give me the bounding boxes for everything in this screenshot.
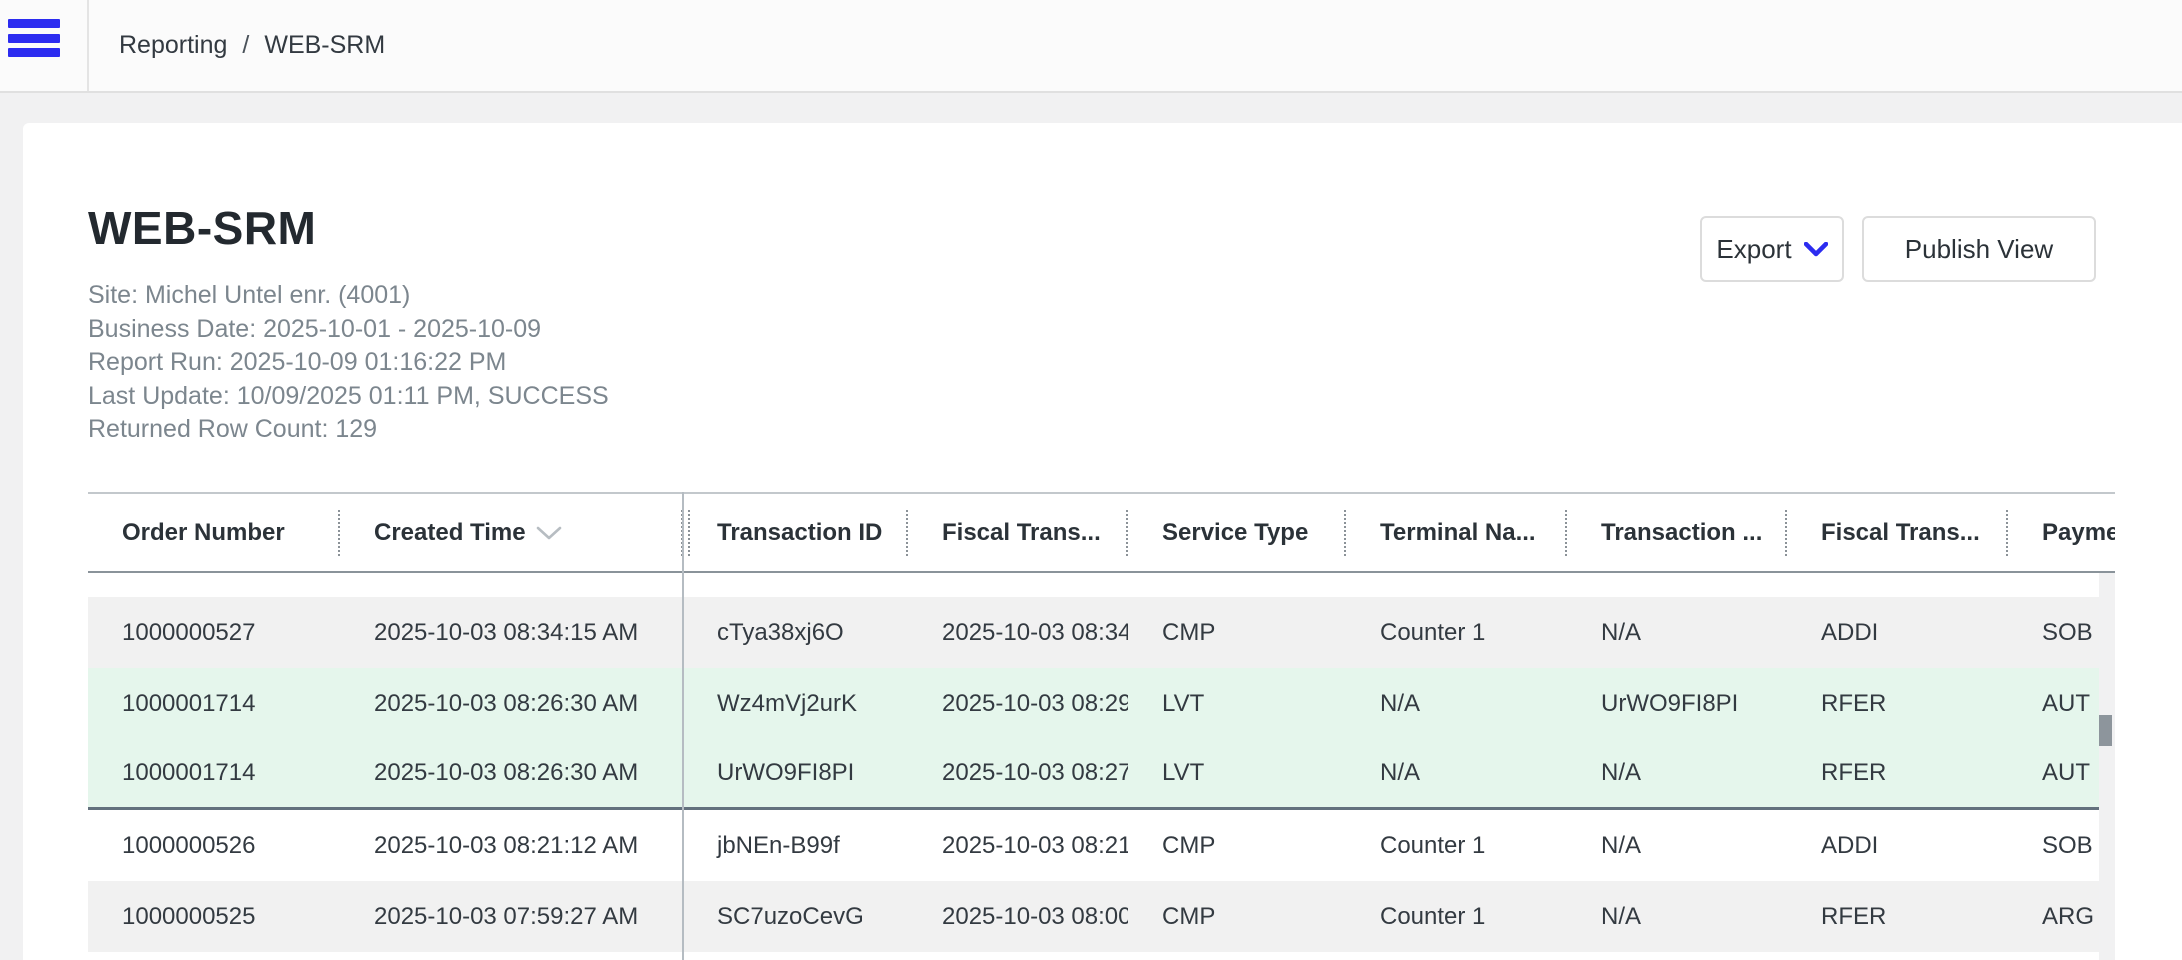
table-cell: CMP: [1128, 881, 1346, 952]
table-cell: UrWO9FI8PI: [1567, 668, 1787, 739]
table-cell: ARG: [2008, 881, 2099, 952]
breadcrumb-web-srm: WEB-SRM: [264, 31, 385, 60]
header-cell[interactable]: Fiscal Trans...: [1787, 494, 2008, 571]
meta-report-run: Report Run: 2025-10-09 01:16:22 PM: [88, 346, 609, 380]
table-cell: 2025-10-03 08:27:1: [908, 739, 1128, 807]
table-row[interactable]: 10000017142025-10-03 08:26:30 AMWz4mVj2u…: [88, 668, 2099, 739]
table-cell: 1000000526: [88, 810, 340, 881]
table-cell: AUT: [2008, 739, 2099, 807]
header-cell[interactable]: Transaction ...: [1567, 494, 1787, 571]
header-cell-label: Transaction ...: [1601, 519, 1762, 547]
table-cell: Counter 1: [1346, 810, 1567, 881]
meta-row-count: Returned Row Count: 129: [88, 413, 609, 447]
table-cell: N/A: [1346, 739, 1567, 807]
table-row[interactable]: 10000017142025-10-03 08:26:30 AMUrWO9FI8…: [88, 739, 2099, 810]
table-cell: N/A: [1567, 810, 1787, 881]
table-cell: CMP: [1128, 810, 1346, 881]
breadcrumb: Reporting / WEB-SRM: [119, 0, 385, 91]
hamburger-icon: [8, 19, 60, 28]
topbar: Reporting / WEB-SRM: [0, 0, 2182, 93]
table-cell: SC7uzoCevG: [683, 881, 908, 952]
publish-view-button-label: Publish View: [1905, 234, 2053, 265]
header-cell-label: Order Number: [122, 519, 285, 547]
table-cell: 2025-10-03 08:34:15 AM: [340, 597, 683, 668]
table-cell: RFER: [1787, 881, 2008, 952]
publish-view-button[interactable]: Publish View: [1862, 216, 2096, 282]
table-cell: LVT: [1128, 739, 1346, 807]
export-button[interactable]: Export: [1700, 216, 1844, 282]
table-cell: 2025-10-03 08:26:30 AM: [340, 668, 683, 739]
header-cell-label: Fiscal Trans...: [942, 519, 1101, 547]
table-cell: N/A: [1567, 597, 1787, 668]
table-cell: 1000001714: [88, 668, 340, 739]
meta-business-date: Business Date: 2025-10-01 - 2025-10-09: [88, 313, 609, 347]
table-cell: jbNEn-B99f: [683, 810, 908, 881]
table-cell: ADDI: [1787, 810, 2008, 881]
breadcrumb-reporting[interactable]: Reporting: [119, 31, 227, 60]
table-body-spacer: [88, 573, 2099, 597]
table-cell: CMP: [1128, 597, 1346, 668]
report-meta: Site: Michel Untel enr. (4001) Business …: [88, 279, 609, 447]
table-cell: Counter 1: [1346, 881, 1567, 952]
table-cell: 1000000527: [88, 597, 340, 668]
table-cell: 2025-10-03 08:21:12 AM: [340, 810, 683, 881]
table-cell: 2025-10-03 08:29:1: [908, 668, 1128, 739]
table-cell: Counter 1: [1346, 597, 1567, 668]
sort-desc-icon: [536, 525, 562, 541]
vertical-scrollbar-track[interactable]: [2099, 573, 2115, 960]
table-cell: UrWO9FI8PI: [683, 739, 908, 807]
table-cell: N/A: [1567, 739, 1787, 807]
table-cell: N/A: [1346, 668, 1567, 739]
table-body: 10000005272025-10-03 08:34:15 AMcTya38xj…: [88, 573, 2099, 960]
table-cell: 2025-10-03 08:26:30 AM: [340, 739, 683, 807]
breadcrumb-separator: /: [242, 31, 249, 60]
table-cell: N/A: [1567, 881, 1787, 952]
table-cell: SOB: [2008, 810, 2099, 881]
table-cell: AUT: [2008, 668, 2099, 739]
export-button-label: Export: [1716, 234, 1791, 265]
header-cell[interactable]: Terminal Na...: [1346, 494, 1567, 571]
header-cell[interactable]: Service Type: [1128, 494, 1346, 571]
table-cell: RFER: [1787, 668, 2008, 739]
header-cell[interactable]: Created Time: [340, 494, 683, 571]
table-row[interactable]: 10000005252025-10-03 07:59:27 AMSC7uzoCe…: [88, 881, 2099, 952]
header-cell-label: Service Type: [1162, 519, 1308, 547]
table-cell: 2025-10-03 07:59:27 AM: [340, 881, 683, 952]
hamburger-icon: [8, 48, 60, 57]
hamburger-icon: [8, 34, 60, 43]
report-card: WEB-SRM Site: Michel Untel enr. (4001) B…: [23, 123, 2182, 960]
chevron-down-icon: [1804, 242, 1828, 257]
header-cell-label: Created Time: [374, 519, 526, 547]
table-cell: Wz4mVj2urK: [683, 668, 908, 739]
header-cell[interactable]: Payment: [2008, 494, 2115, 571]
header-cell[interactable]: Order Number: [88, 494, 340, 571]
frozen-column-divider: [682, 492, 684, 960]
header-cell-label: Fiscal Trans...: [1821, 519, 1980, 547]
page-title: WEB-SRM: [88, 201, 316, 255]
header-cell[interactable]: Fiscal Trans...: [908, 494, 1128, 571]
table-cell: 1000000525: [88, 881, 340, 952]
header-cell-label: Terminal Na...: [1380, 519, 1536, 547]
table-cell: SOB: [2008, 597, 2099, 668]
table-cell: 1000001714: [88, 739, 340, 807]
vertical-scrollbar-thumb[interactable]: [2099, 715, 2112, 746]
table-cell: 2025-10-03 08:21:2: [908, 810, 1128, 881]
table-cell: RFER: [1787, 739, 2008, 807]
table-cell: 2025-10-03 08:00:2: [908, 881, 1128, 952]
header-cell[interactable]: Transaction ID: [683, 494, 908, 571]
header-cell-label: Transaction ID: [717, 519, 882, 547]
meta-last-update: Last Update: 10/09/2025 01:11 PM, SUCCES…: [88, 380, 609, 414]
data-table: Order Number Created Time Transaction ID Fi…: [88, 492, 2115, 960]
table-cell: ADDI: [1787, 597, 2008, 668]
topbar-divider: [87, 0, 89, 91]
table-row[interactable]: 10000005272025-10-03 08:34:15 AMcTya38xj…: [88, 597, 2099, 668]
table-row[interactable]: 10000005262025-10-03 08:21:12 AMjbNEn-B9…: [88, 810, 2099, 881]
menu-button[interactable]: [8, 19, 62, 57]
table-header-row: Order Number Created Time Transaction ID Fi…: [88, 492, 2115, 573]
table-cell: LVT: [1128, 668, 1346, 739]
meta-site: Site: Michel Untel enr. (4001): [88, 279, 609, 313]
table-cell: 2025-10-03 08:34:1: [908, 597, 1128, 668]
table-cell: cTya38xj6O: [683, 597, 908, 668]
header-cell-label: Payment: [2042, 519, 2115, 547]
